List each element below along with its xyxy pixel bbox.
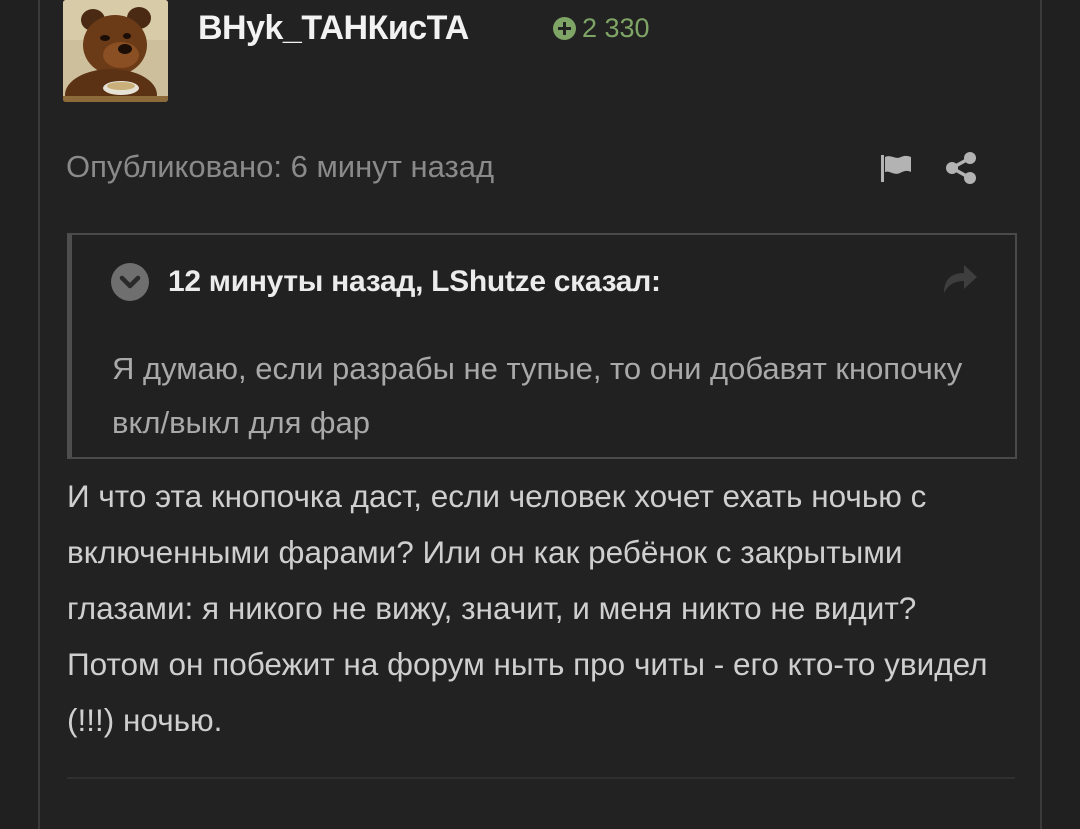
reputation-badge: 2 330 (553, 12, 650, 44)
avatar-image (63, 0, 168, 102)
post-text: И что эта кнопочка даст, если человек хо… (67, 478, 988, 738)
reputation-value: 2 330 (582, 12, 650, 43)
quote-text: Я думаю, если разрабы не тупые, то они д… (112, 351, 963, 440)
post-divider (67, 777, 1015, 779)
plus-circle-icon (553, 16, 576, 40)
forum-page: ВНуk_ТАНКисТА 2 330 Опубликовано: 6 мину… (0, 0, 1080, 829)
share-arrow-icon[interactable] (940, 261, 980, 297)
post-timestamp[interactable]: Опубликовано: 6 минут назад (66, 145, 494, 189)
flag-icon[interactable] (878, 152, 914, 184)
quote-block: 12 минуты назад, LShutze сказал: Я думаю… (67, 233, 1017, 459)
avatar[interactable] (63, 0, 168, 102)
share-icon[interactable] (943, 151, 979, 185)
quote-header: 12 минуты назад, LShutze сказал: (168, 265, 661, 298)
chevron-down-icon[interactable] (111, 263, 149, 301)
author-name[interactable]: ВНуk_ТАНКисТА (198, 2, 469, 54)
